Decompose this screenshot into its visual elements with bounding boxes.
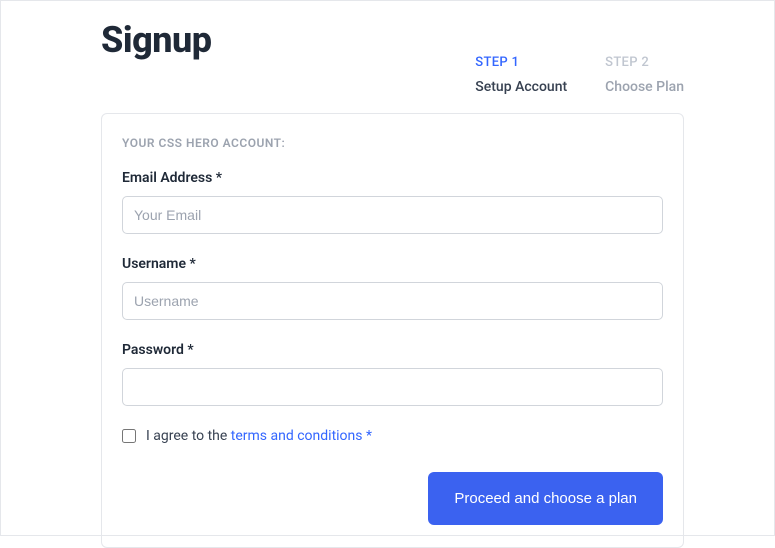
step-2-desc: Choose Plan (605, 79, 684, 95)
username-field[interactable] (122, 282, 663, 320)
step-1: STEP 1 Setup Account (475, 55, 567, 95)
page-title: Signup (101, 19, 211, 61)
step-2-label: STEP 2 (605, 55, 684, 70)
email-field[interactable] (122, 196, 663, 234)
proceed-button[interactable]: Proceed and choose a plan (428, 472, 663, 525)
section-label: YOUR CSS HERO ACCOUNT: (122, 136, 663, 150)
signup-card: YOUR CSS HERO ACCOUNT: Email Address * U… (101, 113, 684, 548)
username-field-group: Username * (122, 256, 663, 320)
username-label: Username * (122, 256, 663, 272)
step-indicator: STEP 1 Setup Account STEP 2 Choose Plan (475, 55, 684, 95)
step-2: STEP 2 Choose Plan (605, 55, 684, 95)
agree-prefix: I agree to the (146, 428, 231, 444)
agree-row: I agree to the terms and conditions * (122, 428, 663, 444)
step-1-label: STEP 1 (475, 55, 567, 70)
agree-required-mark: * (363, 428, 373, 444)
agree-checkbox[interactable] (122, 429, 136, 443)
email-field-group: Email Address * (122, 170, 663, 234)
password-label: Password * (122, 342, 663, 358)
step-1-desc: Setup Account (475, 79, 567, 95)
password-field[interactable] (122, 368, 663, 406)
password-field-group: Password * (122, 342, 663, 406)
terms-link[interactable]: terms and conditions (231, 428, 363, 444)
email-label: Email Address * (122, 170, 663, 186)
